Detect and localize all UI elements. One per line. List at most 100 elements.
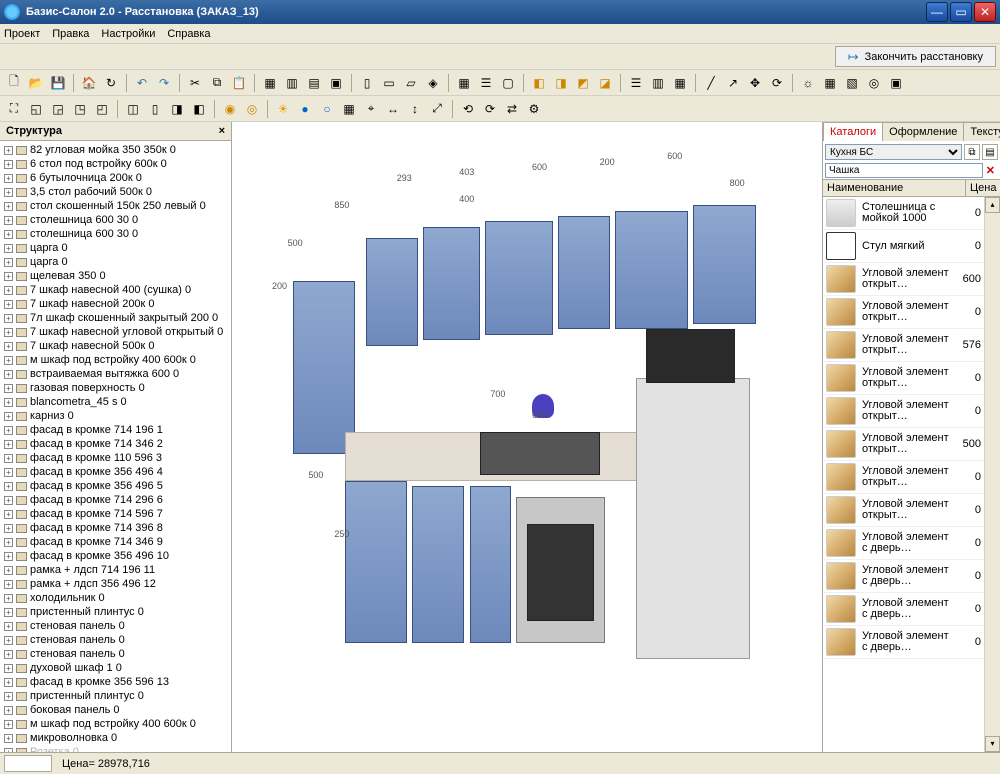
structure-tree[interactable]: +82 угловая мойка 350 350к 0+6 стол под … bbox=[0, 141, 231, 752]
expand-icon[interactable]: + bbox=[4, 454, 13, 463]
menu-help[interactable]: Справка bbox=[167, 28, 210, 40]
group-icon[interactable]: ⧉ bbox=[964, 144, 980, 160]
catalog-item[interactable]: Угловой элемент открыт…600 bbox=[823, 263, 984, 296]
expand-icon[interactable]: + bbox=[4, 650, 13, 659]
tab-design[interactable]: Оформление bbox=[882, 122, 964, 141]
cube3-icon[interactable]: ◳ bbox=[70, 99, 90, 119]
expand-icon[interactable]: + bbox=[4, 202, 13, 211]
color-icon[interactable]: ▧ bbox=[842, 73, 862, 93]
catalog-item[interactable]: Угловой элемент открыт…0 bbox=[823, 494, 984, 527]
expand-icon[interactable]: + bbox=[4, 384, 13, 393]
tree-item[interactable]: +blancometra_45 s 0 bbox=[0, 395, 231, 409]
tool-a-icon[interactable]: ▦ bbox=[260, 73, 280, 93]
tree-item[interactable]: +фасад в кромке 110 596 3 bbox=[0, 451, 231, 465]
expand-icon[interactable]: + bbox=[4, 286, 13, 295]
menu-settings[interactable]: Настройки bbox=[101, 28, 155, 40]
light-icon[interactable]: ☼ bbox=[798, 73, 818, 93]
expand-icon[interactable]: + bbox=[4, 538, 13, 547]
list-view-icon[interactable]: ▤ bbox=[982, 144, 998, 160]
catalog-item[interactable]: Угловой элемент с дверь…0 bbox=[823, 593, 984, 626]
move-icon[interactable]: ✥ bbox=[745, 73, 765, 93]
tool-c-icon[interactable]: ▤ bbox=[304, 73, 324, 93]
dot2-icon[interactable]: ○ bbox=[317, 99, 337, 119]
menu-project[interactable]: Проект bbox=[4, 28, 40, 40]
expand-icon[interactable]: + bbox=[4, 706, 13, 715]
tree-item[interactable]: +82 угловая мойка 350 350к 0 bbox=[0, 143, 231, 157]
tree-item[interactable]: +духовой шкаф 1 0 bbox=[0, 661, 231, 675]
scroll-down-icon[interactable]: ▾ bbox=[985, 736, 1000, 752]
tree-item[interactable]: +холодильник 0 bbox=[0, 591, 231, 605]
expand-icon[interactable]: + bbox=[4, 398, 13, 407]
menu-edit[interactable]: Правка bbox=[52, 28, 89, 40]
expand-icon[interactable]: + bbox=[4, 370, 13, 379]
cubes-c-icon[interactable]: ◨ bbox=[167, 99, 187, 119]
structure-close-icon[interactable]: × bbox=[219, 125, 225, 137]
outline-icon[interactable]: ▢ bbox=[498, 73, 518, 93]
expand-icon[interactable]: + bbox=[4, 496, 13, 505]
dot1-icon[interactable]: ● bbox=[295, 99, 315, 119]
expand-icon[interactable]: + bbox=[4, 160, 13, 169]
tree-item[interactable]: +м шкаф под встройку 400 600к 0 bbox=[0, 717, 231, 731]
cubes-b-icon[interactable]: ▯ bbox=[145, 99, 165, 119]
tree-item[interactable]: +м шкаф под встройку 400 600к 0 bbox=[0, 353, 231, 367]
tree-item[interactable]: +фасад в кромке 356 596 13 bbox=[0, 675, 231, 689]
tree-item[interactable]: +фасад в кромке 714 596 7 bbox=[0, 507, 231, 521]
view-front-icon[interactable]: ▯ bbox=[357, 73, 377, 93]
panel-icon[interactable]: ▥ bbox=[648, 73, 668, 93]
expand-icon[interactable]: + bbox=[4, 174, 13, 183]
zoom-fit-icon[interactable]: ⛶ bbox=[4, 99, 24, 119]
expand-icon[interactable]: + bbox=[4, 342, 13, 351]
catalog-search-input[interactable] bbox=[825, 163, 983, 178]
cut-icon[interactable]: ✂ bbox=[185, 73, 205, 93]
catalog-scrollbar[interactable]: ▴ ▾ bbox=[984, 197, 1000, 752]
tree-item[interactable]: +7л шкаф скошенный закрытый 200 0 bbox=[0, 311, 231, 325]
tree-item[interactable]: +карниз 0 bbox=[0, 409, 231, 423]
tree-item[interactable]: +7 шкаф навесной 200к 0 bbox=[0, 297, 231, 311]
minimize-button[interactable]: — bbox=[926, 2, 948, 22]
tree-item[interactable]: +царга 0 bbox=[0, 255, 231, 269]
col-name[interactable]: Наименование bbox=[823, 180, 966, 196]
tree-item[interactable]: +столешница 600 30 0 bbox=[0, 227, 231, 241]
expand-icon[interactable]: + bbox=[4, 216, 13, 225]
col-price[interactable]: Цена bbox=[966, 180, 1000, 196]
clear-search-icon[interactable]: ✕ bbox=[983, 164, 998, 177]
expand-icon[interactable]: + bbox=[4, 524, 13, 533]
expand-icon[interactable]: + bbox=[4, 412, 13, 421]
tree-item[interactable]: +царга 0 bbox=[0, 241, 231, 255]
close-button[interactable]: ✕ bbox=[974, 2, 996, 22]
expand-icon[interactable]: + bbox=[4, 664, 13, 673]
tree-item[interactable]: +6 стол под встройку 600к 0 bbox=[0, 157, 231, 171]
expand-icon[interactable]: + bbox=[4, 188, 13, 197]
rot2-icon[interactable]: ⟳ bbox=[480, 99, 500, 119]
tree-item[interactable]: +фасад в кромке 714 346 2 bbox=[0, 437, 231, 451]
expand-icon[interactable]: + bbox=[4, 272, 13, 281]
expand-icon[interactable]: + bbox=[4, 734, 13, 743]
home-icon[interactable]: 🏠 bbox=[79, 73, 99, 93]
calendar-icon[interactable]: ▦ bbox=[820, 73, 840, 93]
expand-icon[interactable]: + bbox=[4, 608, 13, 617]
tree-item[interactable]: +стол скошенный 150к 250 левый 0 bbox=[0, 199, 231, 213]
catalog-item[interactable]: Угловой элемент открыт…500 bbox=[823, 428, 984, 461]
line-icon[interactable]: ╱ bbox=[701, 73, 721, 93]
cube-d-icon[interactable]: ◪ bbox=[595, 73, 615, 93]
cube-b-icon[interactable]: ◨ bbox=[551, 73, 571, 93]
dim2-icon[interactable]: ↕ bbox=[405, 99, 425, 119]
expand-icon[interactable]: + bbox=[4, 622, 13, 631]
expand-icon[interactable]: + bbox=[4, 314, 13, 323]
tool-x-icon[interactable]: ◎ bbox=[864, 73, 884, 93]
expand-icon[interactable]: + bbox=[4, 440, 13, 449]
tree-item[interactable]: +фасад в кромке 356 496 5 bbox=[0, 479, 231, 493]
new-icon[interactable]: 🗋 bbox=[4, 73, 24, 93]
tree-item[interactable]: +пристенный плинтус 0 bbox=[0, 605, 231, 619]
refresh-icon[interactable]: ↻ bbox=[101, 73, 121, 93]
tree-item[interactable]: +пристенный плинтус 0 bbox=[0, 689, 231, 703]
catalog-item[interactable]: Угловой элемент с дверь…0 bbox=[823, 527, 984, 560]
catalog-item[interactable]: Угловой элемент открыт…576 bbox=[823, 329, 984, 362]
tree-item[interactable]: +боковая панель 0 bbox=[0, 703, 231, 717]
expand-icon[interactable]: + bbox=[4, 230, 13, 239]
grid-icon[interactable]: ▦ bbox=[454, 73, 474, 93]
catalog-item[interactable]: Угловой элемент с дверь…0 bbox=[823, 626, 984, 659]
gear-icon[interactable]: ⚙ bbox=[524, 99, 544, 119]
catalog-select[interactable]: Кухня БС bbox=[825, 144, 962, 160]
render-b-icon[interactable]: ◎ bbox=[242, 99, 262, 119]
